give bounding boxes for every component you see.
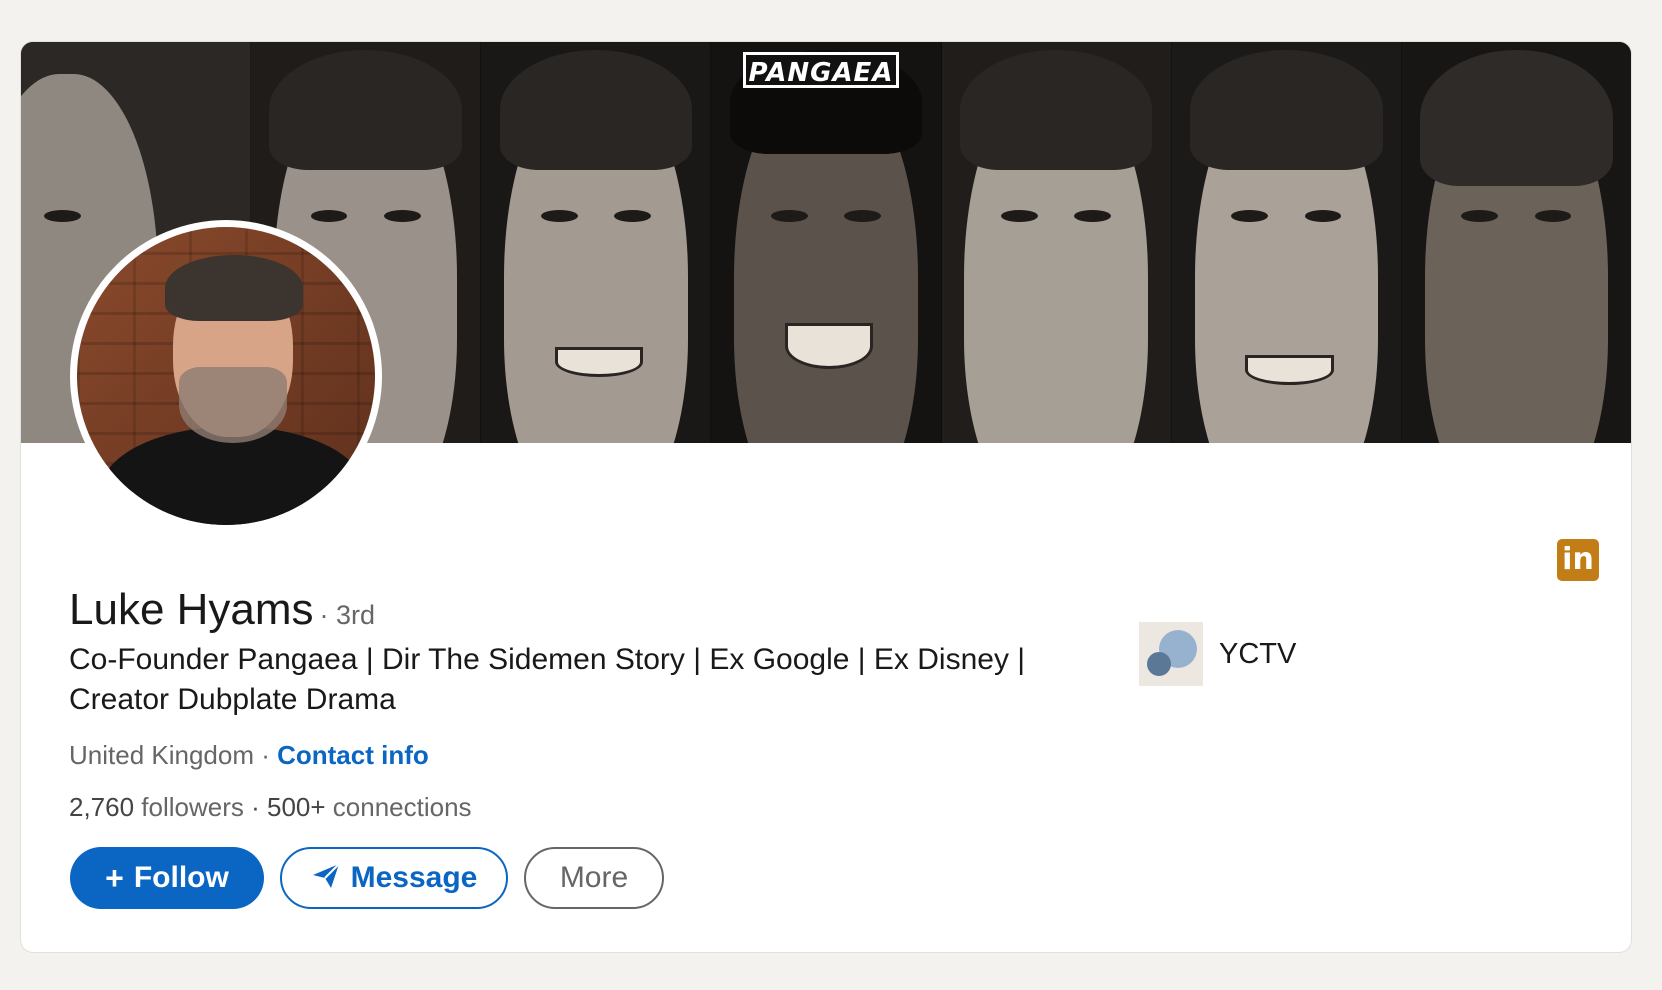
- profile-headline: Co-Founder Pangaea | Dir The Sidemen Sto…: [69, 640, 1069, 720]
- stats-row: 2,760 followers · 500+ connections: [69, 792, 472, 823]
- send-icon: [311, 862, 341, 895]
- connections-label: connections: [325, 792, 472, 822]
- company-name: YCTV: [1219, 637, 1297, 670]
- followers-label: followers: [134, 792, 244, 822]
- linkedin-icon[interactable]: in: [1557, 539, 1599, 581]
- name-row: Luke Hyams · 3rd: [69, 585, 375, 635]
- message-label: Message: [350, 861, 478, 894]
- headline-line-1: Co-Founder Pangaea | Dir The Sidemen Sto…: [69, 643, 1026, 676]
- banner-portrait: [1401, 42, 1631, 443]
- more-button[interactable]: More: [524, 847, 664, 909]
- location-row: United Kingdom · Contact info: [69, 740, 429, 771]
- message-button[interactable]: Message: [280, 847, 508, 909]
- banner-portrait: [941, 42, 1172, 443]
- banner-portrait: [481, 42, 712, 443]
- pangaea-logo: PANGAEA: [743, 52, 899, 88]
- headline-line-2: Creator Dubplate Drama: [69, 683, 396, 716]
- avatar-photo: [77, 227, 375, 525]
- profile-name: Luke Hyams: [69, 585, 314, 634]
- contact-info-link[interactable]: Contact info: [277, 740, 429, 770]
- connection-degree: · 3rd: [319, 600, 376, 630]
- plus-icon: +: [105, 860, 124, 896]
- connections-stat[interactable]: · 500+ connections: [243, 792, 472, 822]
- follow-label: Follow: [133, 861, 229, 894]
- profile-avatar[interactable]: [70, 220, 382, 532]
- location-text: United Kingdom ·: [69, 740, 278, 770]
- current-company[interactable]: YCTV: [1139, 622, 1296, 686]
- banner-portrait: [1171, 42, 1402, 443]
- banner-portrait: [711, 42, 942, 443]
- follow-button[interactable]: + Follow: [70, 847, 264, 909]
- followers-stat: 2,760 followers: [69, 792, 244, 822]
- company-logo-icon: [1139, 622, 1203, 686]
- connections-count: · 500+: [243, 792, 326, 822]
- followers-count: 2,760: [69, 792, 135, 822]
- more-label: More: [559, 861, 629, 894]
